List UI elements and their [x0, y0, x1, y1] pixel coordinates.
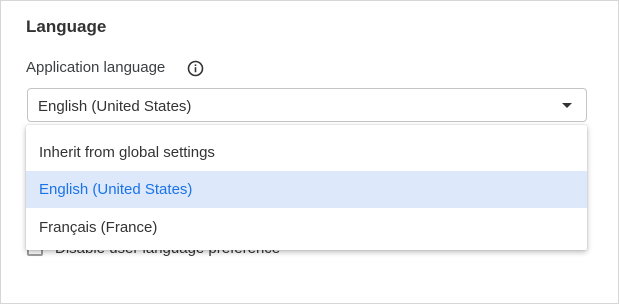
- option-english-us[interactable]: English (United States): [26, 171, 587, 208]
- caret-down-icon: [562, 103, 572, 108]
- option-inherit-global[interactable]: Inherit from global settings: [26, 134, 587, 171]
- application-language-select[interactable]: English (United States): [27, 88, 587, 122]
- language-dropdown-menu: Inherit from global settings English (Un…: [26, 125, 587, 250]
- option-francais-france[interactable]: Français (France): [26, 209, 587, 246]
- section-title: Language: [26, 17, 107, 36]
- select-value: English (United States): [38, 98, 192, 115]
- info-circle-icon[interactable]: [187, 60, 204, 77]
- application-language-label: Application language: [26, 59, 166, 76]
